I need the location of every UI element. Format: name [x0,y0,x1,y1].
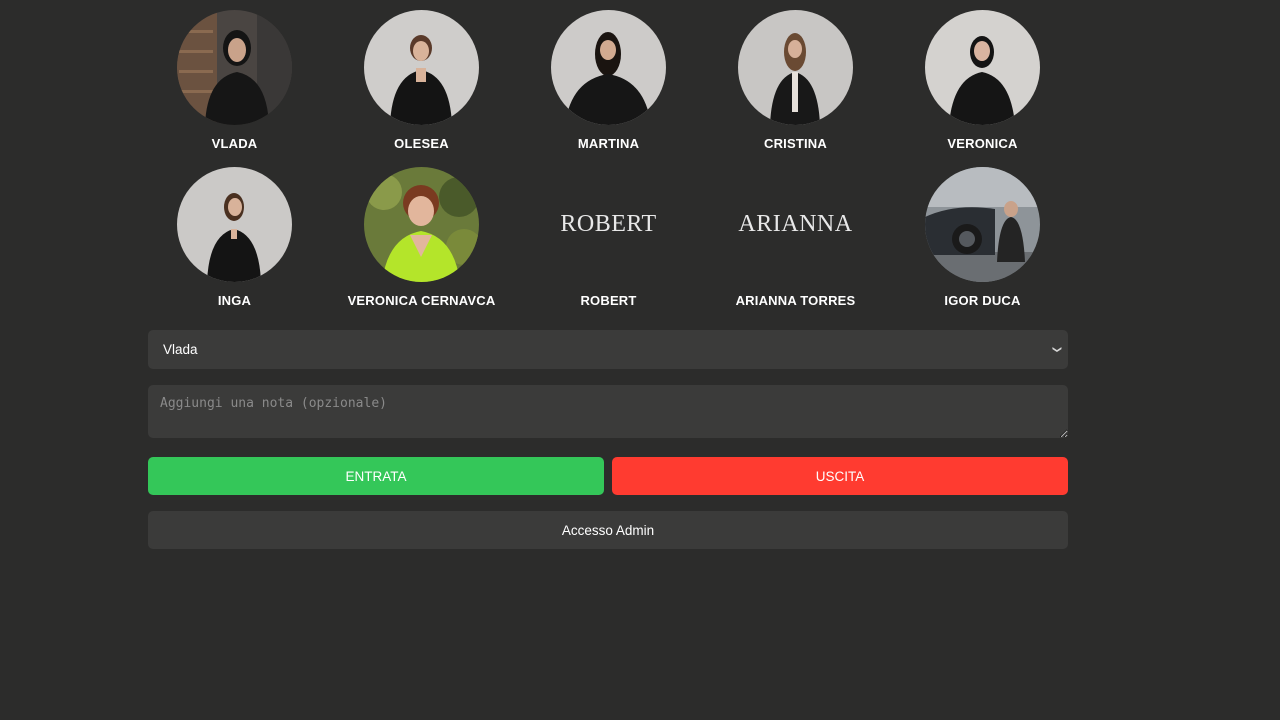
employee-card-olesea[interactable]: OLESEA [328,0,515,167]
chevron-down-icon: ❯ [1052,345,1063,354]
checkout-button[interactable]: USCITA [612,457,1068,495]
employee-name: ROBERT [580,293,637,308]
employee-name: VLADA [211,136,258,151]
checkin-button[interactable]: ENTRATA [148,457,604,495]
employee-card-igor-duca[interactable]: IGOR DUCA [889,167,1076,324]
attendance-panel: VLADA OLESEA MARTINA CRISTINA VERONICA I… [148,0,1068,549]
employee-name: ARIANNA TORRES [735,293,856,308]
employee-name: OLESEA [394,136,449,151]
employee-name: INGA [217,293,252,308]
employee-card-cristina[interactable]: CRISTINA [702,0,889,167]
employee-card-martina[interactable]: MARTINA [515,0,702,167]
avatar-martina [551,10,666,125]
employee-card-arianna-torres[interactable]: ARIANNA ARIANNA TORRES [702,167,889,324]
employee-card-veronica[interactable]: VERONICA [889,0,1076,167]
employee-card-veronica-cernavca[interactable]: VERONICA CERNAVCA [328,167,515,324]
avatar-veronica [925,10,1040,125]
employee-name: CRISTINA [764,136,827,151]
avatar-vlada [177,10,292,125]
admin-access-button[interactable]: Accesso Admin [148,511,1068,549]
avatar-veronica-cernavca [364,167,479,282]
employee-select[interactable]: Vlada ❯ [148,330,1068,369]
employee-card-vlada[interactable]: VLADA [141,0,328,167]
employee-grid: VLADA OLESEA MARTINA CRISTINA VERONICA I… [141,0,1061,324]
employee-name: VERONICA CERNAVCA [347,293,496,308]
employee-name: VERONICA [947,136,1018,151]
avatar-robert: ROBERT [560,211,657,237]
avatar-arianna-torres: ARIANNA [738,211,853,237]
employee-name: MARTINA [577,136,640,151]
avatar-inga [177,167,292,282]
note-textarea[interactable] [148,385,1068,438]
employee-card-robert[interactable]: ROBERT ROBERT [515,167,702,324]
employee-name: IGOR DUCA [944,293,1021,308]
avatar-olesea [364,10,479,125]
employee-card-inga[interactable]: INGA [141,167,328,324]
employee-select-value: Vlada [163,342,198,357]
avatar-cristina [738,10,853,125]
avatar-igor-duca [925,167,1040,282]
